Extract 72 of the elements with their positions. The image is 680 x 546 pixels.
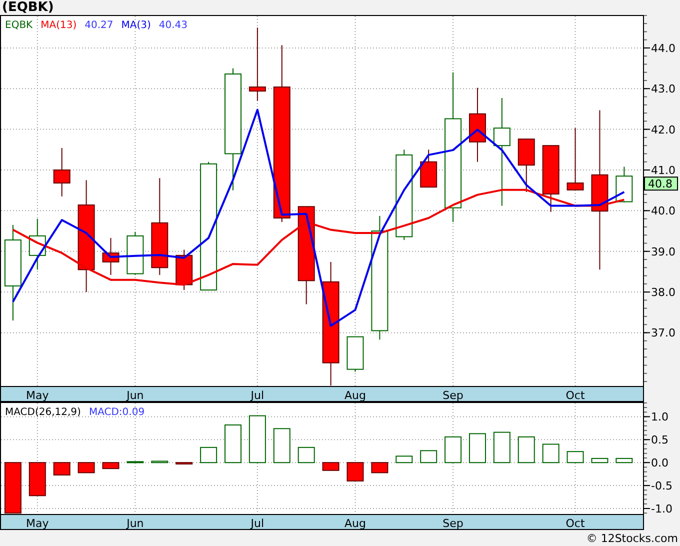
legend-label: EQBK [5, 20, 33, 31]
axis-label: 38.0 [651, 286, 676, 300]
candlestick [542, 145, 560, 212]
month-label: Sep [442, 389, 464, 402]
axis-label: 41.0 [651, 164, 676, 177]
histogram-bar [224, 424, 242, 464]
histogram-bar [102, 462, 120, 470]
month-label: Aug [344, 389, 366, 402]
axis-label: 44.0 [651, 42, 676, 55]
candlestick [176, 249, 193, 290]
axis-label: -0.5 [651, 480, 672, 493]
histogram-bar [298, 446, 315, 464]
candlestick [616, 166, 633, 204]
chart-title: (EQBK) [1, 0, 55, 15]
histogram-bar [322, 462, 340, 471]
month-label: Oct [566, 389, 585, 402]
candlestick [420, 149, 438, 188]
legend-label: MACD:0.09 [88, 407, 145, 418]
histogram-bar [346, 462, 364, 482]
axis-label: 43.0 [651, 82, 676, 96]
histogram-bar [420, 450, 438, 464]
last-price-tag: 40.8 [644, 176, 678, 191]
histogram-bar [493, 432, 510, 464]
axis-label: 40.0 [651, 204, 676, 218]
candlestick [126, 231, 144, 276]
histogram-bar [126, 461, 144, 464]
histogram-bar [151, 460, 168, 464]
month-label: Jul [250, 517, 264, 530]
candlestick [566, 128, 584, 191]
histogram-bar [371, 462, 388, 474]
month-label: May [26, 517, 49, 530]
month-label: Aug [344, 517, 366, 530]
histogram-bar [566, 451, 584, 464]
histogram-bar [248, 415, 266, 464]
axis-label: 37.0 [651, 326, 676, 340]
axis-label: 39.0 [651, 245, 676, 258]
month-label: May [26, 389, 49, 402]
histogram-bar [616, 458, 633, 464]
histogram-bar [591, 458, 608, 464]
legend-label: 40.27 [84, 20, 114, 31]
legend-label: MA(3) [121, 20, 151, 31]
month-label: Jun [126, 517, 144, 530]
axis-label: -1.0 [651, 502, 672, 516]
candlestick [53, 148, 70, 197]
histogram-bar [28, 462, 46, 496]
histogram-bar [53, 462, 70, 476]
histogram-bar [396, 456, 413, 464]
candlestick [518, 138, 535, 192]
histogram-bar [518, 436, 535, 464]
axis-label: 1.0 [651, 410, 668, 424]
legend-label: 40.43 [158, 20, 188, 31]
copyright-text: © 12Stocks.com [586, 532, 678, 544]
histogram-bar [176, 462, 193, 464]
histogram-bar [273, 428, 290, 464]
candlestick [28, 218, 46, 270]
histogram-bar [468, 433, 486, 464]
legend-label: MA(13) [40, 20, 77, 31]
histogram-bar [4, 462, 22, 514]
axis-label: 0.5 [651, 434, 668, 447]
axis-label: 0.0 [651, 456, 668, 470]
legend-label: MACD(26,12,9) [5, 407, 81, 418]
month-label: Jul [250, 389, 264, 402]
month-label: Jun [126, 389, 144, 402]
month-label: Oct [566, 517, 585, 530]
candlestick [346, 336, 364, 372]
histogram-bar [542, 444, 560, 464]
histogram-bar [200, 446, 218, 464]
histogram-bar [444, 436, 462, 464]
candlestick [102, 237, 120, 276]
month-label: Sep [442, 517, 464, 530]
histogram-bar [78, 462, 95, 474]
axis-label: 42.0 [651, 123, 676, 136]
